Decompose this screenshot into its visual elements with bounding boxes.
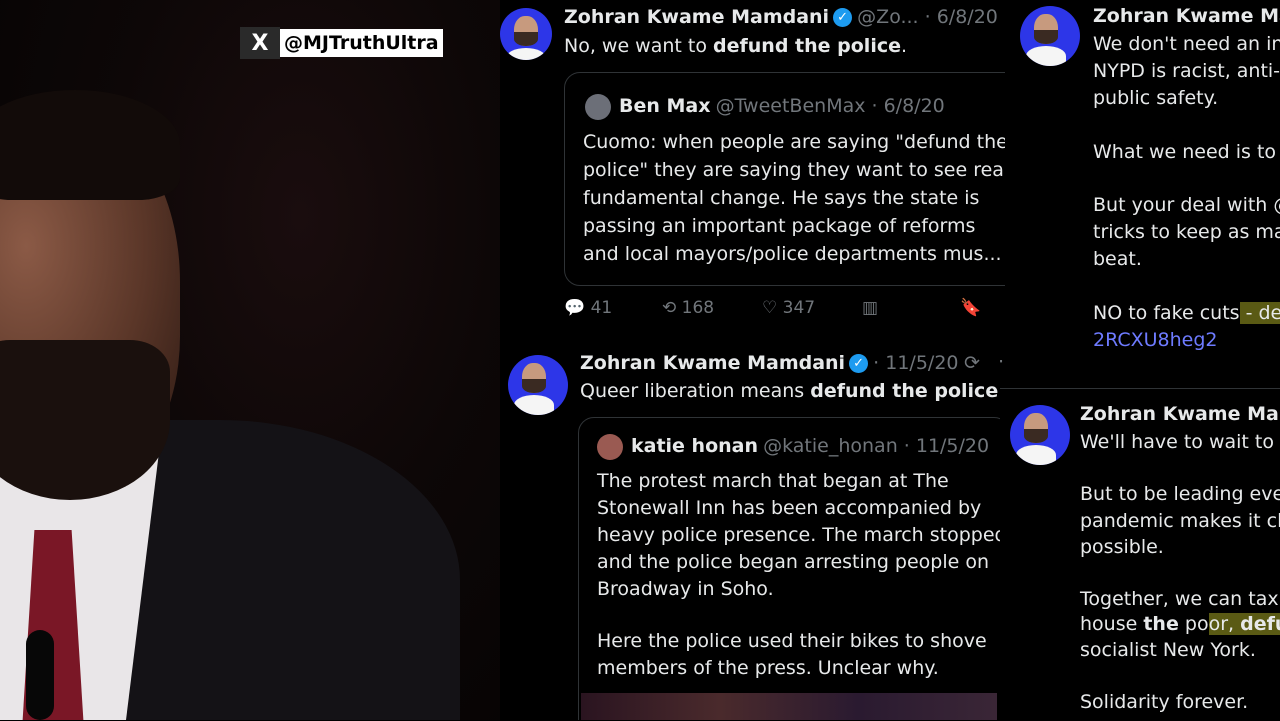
- tweet-line: NO to fake cuts - de: [1093, 302, 1280, 324]
- quote-tweet[interactable]: katie honan @katie_honan · 11/5/20 The p…: [578, 417, 1005, 720]
- tweet-line: What we need is to #: [1093, 141, 1280, 163]
- quote-line: Here the police used their bikes to shov…: [597, 630, 987, 652]
- quote-line: Stonewall Inn has been accompanied by: [597, 497, 982, 519]
- verified-icon: ✓: [849, 354, 869, 373]
- tweet-column-middle: Zohran Kwame Mamdani ✓ @Zo... · 6/8/20 No…: [500, 0, 1005, 720]
- tweet-line: Together, we can tax t: [1080, 588, 1280, 610]
- more-icon[interactable]: ⋯: [998, 350, 1005, 372]
- x-logo-icon: X: [240, 27, 280, 59]
- tweet-line: NYPD is racist, anti-: [1093, 60, 1280, 82]
- tweet-column-right-bottom: Zohran Kwame Mamc We'll have to wait to …: [1000, 388, 1280, 721]
- quote-line: and the police began arresting people on: [597, 551, 990, 573]
- tweet-line: beat.: [1093, 248, 1142, 270]
- watermark: X @MJTruthUltra: [240, 27, 443, 59]
- quote-line: fundamental change. He says the state is: [583, 187, 980, 209]
- reply-icon: 💬: [564, 298, 586, 318]
- quote-line: and local mayors/police departments mus.…: [583, 243, 1002, 265]
- verified-icon: ✓: [833, 8, 853, 27]
- bookmark-button[interactable]: 🔖: [960, 298, 981, 318]
- video-frame: [0, 0, 500, 720]
- reply-button[interactable]: 💬 41: [564, 298, 612, 318]
- tweet-text: No, we want to defund the police.: [564, 35, 908, 57]
- quote-line: police" they are saying they want to see…: [583, 159, 1005, 181]
- quote-author-name: Ben Max: [619, 95, 711, 117]
- tweet-column-right-top: Zohran Kwame Mar We don't need an inv NY…: [1005, 0, 1280, 390]
- tweet-line: tricks to keep as ma: [1093, 221, 1280, 243]
- author-meta: · 11/5/20: [873, 352, 959, 374]
- views-button[interactable]: ▥: [862, 298, 878, 318]
- tweet-line: house the poor, defun: [1080, 613, 1280, 635]
- tweet-line: We don't need an inv: [1093, 33, 1280, 55]
- quote-avatar: [585, 94, 611, 120]
- author-meta: @Zo... · 6/8/20: [857, 6, 998, 28]
- author-name[interactable]: Zohran Kwame Mamdani: [580, 352, 845, 374]
- tweet-actions: 💬 41 ⟲ 168 ♡ 347 ▥ 🔖: [564, 298, 994, 324]
- avatar[interactable]: [1010, 405, 1070, 465]
- quote-author-meta: @katie_honan · 11/5/20: [763, 435, 990, 457]
- tweet-line: We'll have to wait to se: [1080, 431, 1280, 453]
- microphone: [26, 630, 54, 720]
- views-icon: ▥: [862, 298, 879, 318]
- tweet-line: But your deal with @: [1093, 194, 1280, 216]
- quote-author-meta: @TweetBenMax · 6/8/20: [715, 95, 945, 117]
- retweet-icon: ⟲: [662, 298, 677, 318]
- avatar[interactable]: [508, 355, 568, 415]
- quote-avatar: [597, 434, 623, 460]
- quote-line: members of the press. Unclear why.: [597, 657, 939, 679]
- quote-line: Cuomo: when people are saying "defund th…: [583, 131, 1005, 153]
- quote-line: The protest march that began at The: [597, 470, 949, 492]
- quote-tweet[interactable]: Ben Max @TweetBenMax · 6/8/20 Cuomo: whe…: [564, 72, 1005, 286]
- quote-author-name: katie honan: [631, 435, 759, 457]
- tweet-line: public safety.: [1093, 87, 1219, 109]
- avatar[interactable]: [500, 8, 552, 60]
- tweet-line: pandemic makes it cle: [1080, 510, 1280, 532]
- quote-line: Broadway in Soho.: [597, 578, 774, 600]
- quote-line: heavy police presence. The march stopped: [597, 524, 1005, 546]
- tweet-link[interactable]: 2RCXU8heg2: [1093, 329, 1218, 351]
- tweet-line: socialist New York.: [1080, 639, 1256, 661]
- tweet-line: But to be leading even: [1080, 483, 1280, 505]
- tweet-queer-liberation[interactable]: Zohran Kwame Mamdani✓ · 11/5/20 ⟳ ⋯ Quee…: [500, 345, 1005, 720]
- retweet-button[interactable]: ⟲ 168: [662, 298, 714, 318]
- bookmark-icon: 🔖: [960, 298, 982, 318]
- like-icon: ♡: [762, 298, 778, 318]
- author-name[interactable]: Zohran Kwame Mamdani: [564, 6, 829, 28]
- avatar[interactable]: [1020, 6, 1080, 66]
- tweet-text: Queer liberation means defund the police…: [580, 380, 1004, 402]
- quote-line: passing an important package of reforms: [583, 215, 976, 237]
- retweet-small-icon[interactable]: ⟳: [964, 352, 980, 374]
- tweet-defund[interactable]: Zohran Kwame Mamdani ✓ @Zo... · 6/8/20 No…: [500, 0, 1005, 340]
- tweet-line: possible.: [1080, 536, 1164, 558]
- tweet-line: Solidarity forever.: [1080, 691, 1249, 713]
- watermark-handle: @MJTruthUltra: [280, 29, 443, 57]
- speaker-hair: [0, 90, 180, 200]
- author-name[interactable]: Zohran Kwame Mamc: [1080, 403, 1280, 425]
- author-name[interactable]: Zohran Kwame Mar: [1093, 5, 1280, 27]
- like-button[interactable]: ♡ 347: [762, 298, 815, 318]
- quote-media-image[interactable]: [581, 693, 997, 720]
